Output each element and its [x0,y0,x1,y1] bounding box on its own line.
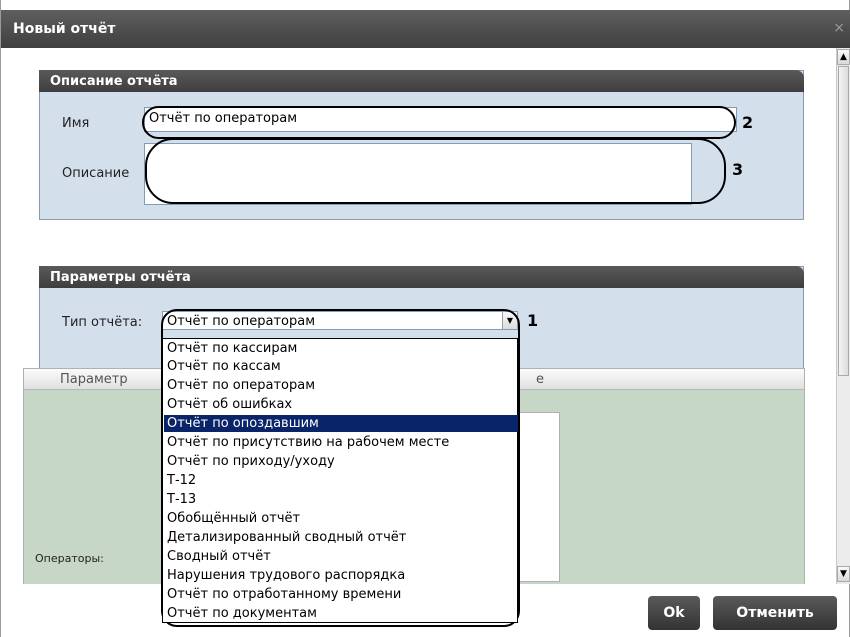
callout-number-3: 3 [732,160,744,179]
description-group-title: Описание отчёта [39,70,804,92]
dropdown-option[interactable]: Отчёт по операторам [167,377,517,394]
report-type-label: Тип отчёта: [62,315,143,330]
name-label: Имя [62,116,90,131]
dropdown-option[interactable]: Т-12 [167,472,517,489]
ok-button[interactable]: Ok [648,596,700,630]
close-icon[interactable]: × [833,20,845,36]
vertical-scrollbar[interactable]: ▲ ▼ [836,48,850,584]
dropdown-option[interactable]: Детализированный сводный отчёт [167,529,517,546]
dialog-titlebar: Новый отчёт × [1,10,850,48]
callout-number-2: 2 [742,113,754,132]
column-header-value: е [536,372,544,387]
arrow-down-icon[interactable]: ▼ [837,566,850,582]
callout-number-1: 1 [527,311,539,330]
callout-oval-name [142,106,736,139]
dropdown-option[interactable]: Отчёт об ошибках [167,396,517,413]
dropdown-option[interactable]: Обобщённый отчёт [167,510,517,527]
callout-oval-description [145,138,726,204]
arrow-up-icon[interactable]: ▲ [837,49,850,65]
dropdown-option-selected[interactable]: Отчёт по опоздавшим [164,415,518,432]
dropdown-option[interactable]: Отчёт по приходу/уходу [167,453,517,470]
dropdown-option[interactable]: Сводный отчёт [167,548,517,565]
new-report-dialog: Новый отчёт × Описание отчёта Имя Отчёт … [0,0,850,637]
dropdown-option[interactable]: Нарушения трудового распорядка [167,567,517,584]
report-type-dropdown-list[interactable]: Отчёт по кассирам Отчёт по кассам Отчёт … [162,338,518,623]
dropdown-option[interactable]: Отчёт по кассирам [167,340,517,357]
dialog-title: Новый отчёт [13,21,116,37]
dropdown-option[interactable]: Отчёт по кассам [167,358,517,375]
dropdown-option[interactable]: Отчёт по отработанному времени [167,586,517,603]
operators-label: Операторы: [35,552,104,565]
dropdown-option[interactable]: Т-13 [167,491,517,508]
column-header-parameter: Параметр [60,372,128,387]
dropdown-option[interactable]: Отчёт по документам [167,605,517,622]
description-label: Описание [62,166,130,181]
dropdown-option[interactable]: Отчёт по присутствию на рабочем месте [167,434,517,451]
parameters-group-title: Параметры отчёта [39,266,804,288]
scrollbar-thumb[interactable] [838,66,849,376]
cancel-button[interactable]: Отменить [713,596,837,630]
